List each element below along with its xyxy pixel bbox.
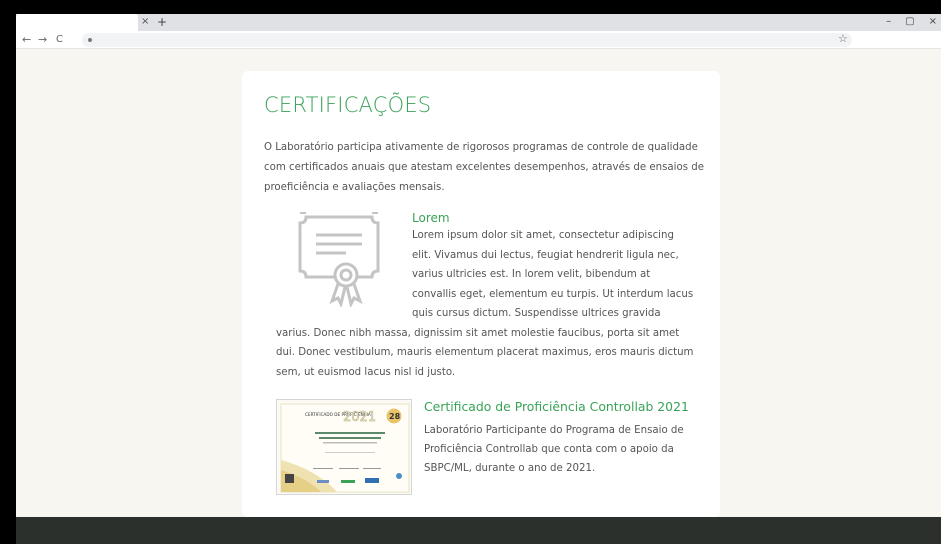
- thumb-badge: 28: [389, 412, 401, 421]
- certificate-icon: [298, 212, 380, 307]
- close-window-icon[interactable]: ×: [929, 16, 937, 28]
- back-icon[interactable]: ←: [22, 33, 31, 46]
- browser-tab[interactable]: [16, 14, 138, 31]
- reload-icon[interactable]: C: [56, 33, 63, 46]
- maximize-icon[interactable]: ▢: [905, 16, 914, 28]
- site-info-icon[interactable]: [88, 38, 92, 42]
- bookmark-star-icon[interactable]: ☆: [838, 32, 848, 45]
- minimize-icon[interactable]: –: [886, 16, 891, 28]
- content-card: CERTIFICAÇÕES O Laboratório participa at…: [242, 71, 720, 517]
- browser-tab-bar: × + – ▢ ×: [16, 14, 941, 31]
- intro-paragraph: O Laboratório participa ativamente de ri…: [264, 142, 704, 193]
- forward-icon[interactable]: →: [38, 33, 47, 46]
- thumb-year: 2021: [343, 410, 376, 425]
- item-description: Laboratório Participante do Programa de …: [424, 425, 684, 474]
- page-title: CERTIFICAÇÕES: [264, 93, 432, 117]
- address-bar[interactable]: [82, 33, 852, 47]
- page-footer: [16, 517, 941, 544]
- window-controls: – ▢ ×: [886, 16, 937, 28]
- new-tab-icon[interactable]: +: [157, 15, 167, 29]
- item-title[interactable]: Certificado de Proficiência Controllab 2…: [424, 399, 689, 414]
- certificate-thumbnail[interactable]: CERTIFICADO DE PROFICIÊNCIA 2021 28: [276, 399, 412, 495]
- page-viewport: CERTIFICAÇÕES O Laboratório participa at…: [16, 49, 941, 517]
- certification-item-lorem: Lorem Lorem ipsum dolor sit amet, consec…: [276, 211, 696, 382]
- browser-toolbar: ← → C ☆: [16, 31, 941, 49]
- certificate-preview-image: CERTIFICADO DE PROFICIÊNCIA 2021 28: [280, 403, 410, 493]
- tab-close-icon[interactable]: ×: [141, 16, 149, 28]
- screen: × + – ▢ × ← → C ☆ CERTIFICAÇÕES O Labora…: [0, 0, 941, 544]
